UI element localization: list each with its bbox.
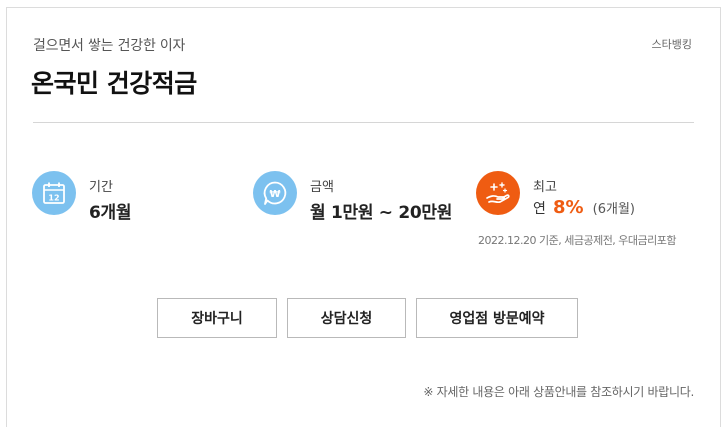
rate-label: 최고 <box>533 180 557 195</box>
won-chat-icon: ₩ <box>253 171 297 215</box>
period-label: 기간 <box>89 180 113 195</box>
svg-text:12: 12 <box>48 194 59 203</box>
provider-label: 스타뱅킹 <box>651 38 692 51</box>
hand-sparkle-icon <box>476 171 520 215</box>
product-title: 온국민 건강적금 <box>31 69 197 98</box>
cart-button[interactable]: 장바구니 <box>157 298 277 338</box>
period-value: 6개월 <box>89 203 132 223</box>
divider <box>33 122 694 123</box>
amount-value: 월 1만원 ~ 20만원 <box>310 203 453 223</box>
product-subtitle: 걸으면서 쌓는 건강한 이자 <box>33 38 186 54</box>
branch-visit-button[interactable]: 영업점 방문예약 <box>416 298 578 338</box>
rate-info: 최고 연 8% (6개월) <box>476 171 711 231</box>
product-card: 걸으면서 쌓는 건강한 이자 스타뱅킹 온국민 건강적금 12 기간 6개월 ₩… <box>6 7 721 427</box>
rate-value: 8% <box>552 197 584 218</box>
consult-button[interactable]: 상담신청 <box>287 298 406 338</box>
rate-prefix: 연 <box>533 201 546 217</box>
calendar-icon: 12 <box>32 171 76 215</box>
period-info: 12 기간 6개월 <box>32 171 232 231</box>
footnote: ※ 자세한 내용은 아래 상품안내를 참조하시기 바랍니다. <box>423 385 694 399</box>
rate-value-line: 연 8% (6개월) <box>533 197 635 218</box>
rate-period: (6개월) <box>592 202 635 217</box>
amount-label: 금액 <box>310 180 334 195</box>
rate-note: 2022.12.20 기준, 세금공제전, 우대금리포함 <box>478 234 677 247</box>
svg-text:₩: ₩ <box>269 189 280 200</box>
amount-info: ₩ 금액 월 1만원 ~ 20만원 <box>253 171 468 231</box>
